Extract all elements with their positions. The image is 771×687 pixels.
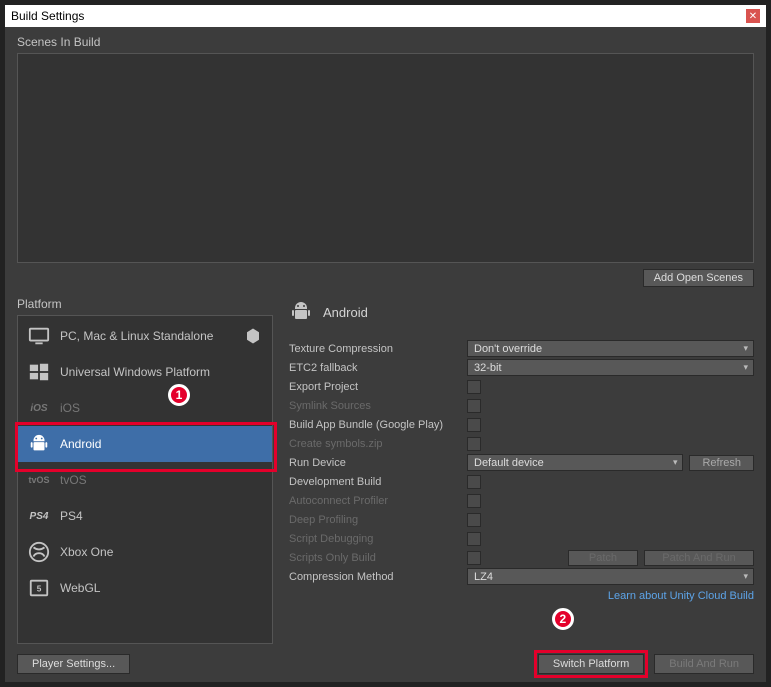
player-settings-button[interactable]: Player Settings... [17,654,130,674]
close-icon: ✕ [749,11,757,22]
checkbox-scripts-only [467,551,481,565]
windows-icon [28,361,50,383]
platform-item-label: iOS [60,401,80,415]
platform-item-standalone[interactable]: PC, Mac & Linux Standalone [18,318,272,354]
scenes-list[interactable] [17,53,754,263]
patch-and-run-button: Patch And Run [644,550,754,566]
platform-item-label: WebGL [60,581,100,595]
platform-item-label: Android [60,437,101,451]
refresh-button[interactable]: Refresh [689,455,754,471]
tvos-icon: tvOS [28,469,50,491]
checkbox-symbols [467,437,481,451]
platform-item-label: PC, Mac & Linux Standalone [60,329,213,343]
label-texture-compression: Texture Compression [285,343,467,355]
build-settings-window: Build Settings ✕ Scenes In Build Add Ope… [5,5,766,682]
platform-item-android[interactable]: Android [18,426,272,462]
unity-icon [244,327,262,345]
platform-item-ios[interactable]: iOS iOS [18,390,272,426]
scenes-label: Scenes In Build [17,35,754,49]
label-autoconnect: Autoconnect Profiler [285,495,467,507]
checkbox-dev-build[interactable] [467,475,481,489]
label-run-device: Run Device [285,457,467,469]
patch-button: Patch [568,550,638,566]
close-button[interactable]: ✕ [746,9,760,23]
label-deep-profiling: Deep Profiling [285,514,467,526]
platform-item-label: Universal Windows Platform [60,365,210,379]
checkbox-script-debug [467,532,481,546]
ios-icon: iOS [28,397,50,419]
android-icon [289,300,313,324]
label-app-bundle: Build App Bundle (Google Play) [285,419,467,431]
checkbox-deep-profiling [467,513,481,527]
platform-settings: Android Texture Compression Don't overri… [285,297,754,644]
platform-item-uwp[interactable]: Universal Windows Platform [18,354,272,390]
checkbox-app-bundle[interactable] [467,418,481,432]
bottom-bar: Player Settings... Switch Platform 2 Bui… [17,654,754,674]
settings-header: Android [285,297,754,327]
platform-item-tvos[interactable]: tvOS tvOS [18,462,272,498]
platform-column: Platform PC, Mac & Linux Standalone [17,297,273,644]
checkbox-symlink [467,399,481,413]
webgl-icon: 5 [28,577,50,599]
label-export-project: Export Project [285,381,467,393]
svg-text:5: 5 [37,585,42,594]
platform-item-xbox[interactable]: Xbox One [18,534,272,570]
dropdown-texture-compression[interactable]: Don't override [467,340,754,357]
window-title: Build Settings [11,9,84,23]
checkbox-export-project[interactable] [467,380,481,394]
platform-item-label: tvOS [60,473,87,487]
android-icon [28,433,50,455]
ps4-icon: PS4 [28,505,50,527]
checkbox-autoconnect [467,494,481,508]
platform-item-label: PS4 [60,509,83,523]
add-open-scenes-button[interactable]: Add Open Scenes [643,269,754,287]
settings-title: Android [323,305,368,320]
label-script-debug: Script Debugging [285,533,467,545]
label-symlink: Symlink Sources [285,400,467,412]
platform-item-webgl[interactable]: 5 WebGL [18,570,272,606]
label-scripts-only: Scripts Only Build [285,552,467,564]
content-area: Scenes In Build Add Open Scenes Platform… [5,27,766,682]
dropdown-etc2[interactable]: 32-bit [467,359,754,376]
label-compression: Compression Method [285,571,467,583]
build-and-run-button: Build And Run [654,654,754,674]
label-dev-build: Development Build [285,476,467,488]
label-etc2: ETC2 fallback [285,362,467,374]
cloud-build-link[interactable]: Learn about Unity Cloud Build [285,590,754,602]
switch-platform-button[interactable]: Switch Platform [538,654,644,674]
platform-item-ps4[interactable]: PS4 PS4 [18,498,272,534]
dropdown-run-device[interactable]: Default device [467,454,683,471]
dropdown-compression[interactable]: LZ4 [467,568,754,585]
platform-item-label: Xbox One [60,545,113,559]
xbox-icon [28,541,50,563]
platform-label: Platform [17,297,273,311]
platform-list: PC, Mac & Linux Standalone Universal Win… [17,315,273,644]
label-symbols: Create symbols.zip [285,438,467,450]
monitor-icon [28,325,50,347]
titlebar: Build Settings ✕ [5,5,766,27]
